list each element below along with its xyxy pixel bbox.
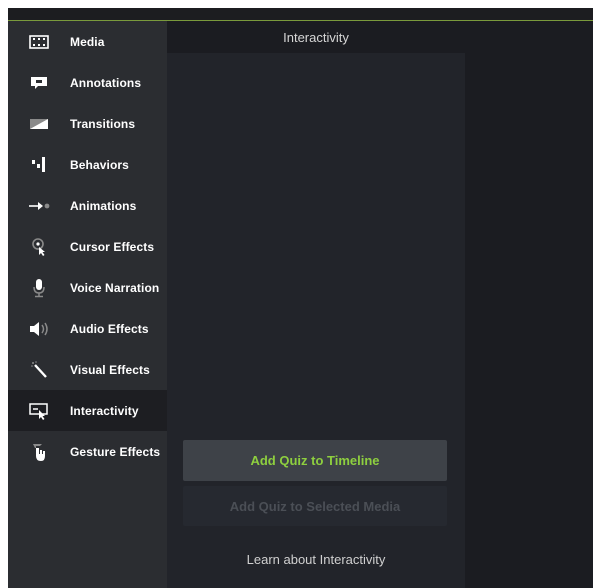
animation-arrow-icon bbox=[24, 195, 54, 217]
sidebar-item-label: Interactivity bbox=[70, 403, 139, 418]
sidebar-item-animations[interactable]: Animations bbox=[8, 185, 167, 226]
callout-icon bbox=[24, 72, 54, 94]
sidebar-item-label: Behaviors bbox=[70, 157, 129, 172]
panel-title: Interactivity bbox=[283, 29, 349, 45]
microphone-icon bbox=[24, 277, 54, 299]
sidebar-item-label: Annotations bbox=[70, 75, 142, 90]
interactivity-icon bbox=[24, 400, 54, 422]
behaviors-icon bbox=[24, 154, 54, 176]
app-window: Media Annotations Transitions Behaviors … bbox=[0, 0, 593, 588]
sidebar-item-media[interactable]: Media bbox=[8, 21, 167, 62]
top-bar bbox=[8, 8, 593, 21]
add-quiz-to-selected-media-button: Add Quiz to Selected Media bbox=[183, 486, 447, 526]
panel-header: Interactivity bbox=[167, 21, 465, 53]
film-strip-icon bbox=[24, 31, 54, 53]
sidebar-item-label: Visual Effects bbox=[70, 362, 150, 377]
sidebar-item-label: Gesture Effects bbox=[70, 444, 161, 459]
sidebar-item-label: Animations bbox=[70, 198, 137, 213]
transition-icon bbox=[24, 113, 54, 135]
speaker-icon bbox=[24, 318, 54, 340]
sidebar-item-label: Voice Narration bbox=[70, 280, 160, 295]
sidebar-item-visual-effects[interactable]: Visual Effects bbox=[8, 349, 167, 390]
learn-about-interactivity-link[interactable]: Learn about Interactivity bbox=[167, 550, 465, 568]
interactivity-panel: Interactivity Add Quiz to Timeline Add Q… bbox=[167, 21, 465, 588]
sidebar-item-label: Media bbox=[70, 34, 105, 49]
sidebar-item-label: Cursor Effects bbox=[70, 239, 155, 254]
hand-gesture-icon bbox=[24, 441, 54, 463]
sidebar-item-annotations[interactable]: Annotations bbox=[8, 62, 167, 103]
sidebar-item-transitions[interactable]: Transitions bbox=[8, 103, 167, 144]
sidebar-item-gesture-effects[interactable]: Gesture Effects bbox=[8, 431, 167, 472]
sidebar-item-cursor-effects[interactable]: Cursor Effects bbox=[8, 226, 167, 267]
sidebar-item-label: Transitions bbox=[70, 116, 136, 131]
sidebar-item-label: Audio Effects bbox=[70, 321, 149, 336]
sidebar: Media Annotations Transitions Behaviors … bbox=[8, 21, 169, 588]
sidebar-item-behaviors[interactable]: Behaviors bbox=[8, 144, 167, 185]
cursor-icon bbox=[24, 236, 54, 258]
add-quiz-to-timeline-button[interactable]: Add Quiz to Timeline bbox=[183, 440, 447, 481]
sidebar-item-interactivity[interactable]: Interactivity bbox=[8, 390, 169, 431]
magic-wand-icon bbox=[24, 359, 54, 381]
canvas-area[interactable] bbox=[465, 21, 593, 588]
sidebar-item-voice-narration[interactable]: Voice Narration bbox=[8, 267, 167, 308]
sidebar-item-audio-effects[interactable]: Audio Effects bbox=[8, 308, 167, 349]
